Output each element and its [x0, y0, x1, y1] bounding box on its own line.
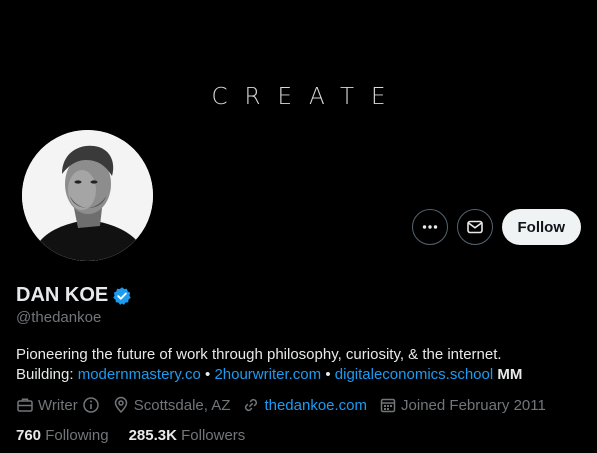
bio-link-modernmastery[interactable]: modernmastery.co	[78, 366, 201, 383]
link-icon	[245, 398, 258, 412]
bio-link-digitaleconomics[interactable]: digitaleconomics.school	[335, 366, 493, 383]
avatar[interactable]	[19, 127, 156, 264]
meta-location: Scottsdale, AZ	[112, 396, 231, 414]
followers-link[interactable]: 285.3K Followers	[129, 427, 246, 444]
envelope-icon	[466, 220, 483, 234]
bio-separator: •	[205, 366, 211, 383]
info-icon[interactable]	[82, 396, 100, 414]
meta-category: Writer	[16, 396, 100, 414]
following-label: Following	[45, 427, 109, 444]
bio-line-2: Building: modernmastery.co • 2hourwriter…	[16, 365, 586, 385]
meta-joined-label: Joined February 2011	[401, 396, 546, 414]
profile-handle: @thedankoe	[16, 309, 102, 326]
bio-separator: •	[325, 366, 331, 383]
message-button[interactable]	[456, 209, 493, 245]
profile-name: DAN KOE	[16, 284, 109, 306]
following-link[interactable]: 760 Following	[16, 427, 109, 444]
avatar-image	[22, 130, 153, 261]
meta-joined: Joined February 2011	[379, 396, 546, 414]
banner-text: CREATE	[211, 84, 403, 110]
profile-actions: Follow	[411, 209, 581, 245]
profile-name-row: DAN KOE	[16, 284, 132, 307]
follow-button[interactable]: Follow	[501, 209, 581, 245]
bio-building-label: Building:	[16, 366, 74, 383]
briefcase-icon	[17, 398, 33, 412]
profile-meta: Writer Scottsdale, AZ thedankoe.com Join…	[16, 396, 558, 414]
followers-label: Followers	[181, 427, 246, 444]
calendar-icon	[380, 398, 396, 413]
verified-badge-icon[interactable]	[112, 286, 132, 306]
meta-website: thedankoe.com	[242, 396, 367, 414]
meta-website-link[interactable]: thedankoe.com	[264, 397, 367, 414]
following-count: 760	[16, 427, 42, 444]
more-horizontal-icon	[422, 225, 437, 229]
meta-location-label: Scottsdale, AZ	[133, 396, 231, 414]
bio-suffix: MM	[497, 366, 523, 383]
location-pin-icon	[114, 396, 127, 414]
meta-category-label: Writer	[38, 396, 78, 414]
bio-line-1: Pioneering the future of work through ph…	[16, 346, 502, 363]
bio-link-2hourwriter[interactable]: 2hourwriter.com	[214, 366, 321, 383]
more-button[interactable]	[411, 209, 448, 245]
follow-stats: 760 Following 285.3K Followers	[16, 427, 245, 444]
followers-count: 285.3K	[128, 427, 177, 444]
profile-bio: Pioneering the future of work through ph…	[16, 345, 586, 385]
